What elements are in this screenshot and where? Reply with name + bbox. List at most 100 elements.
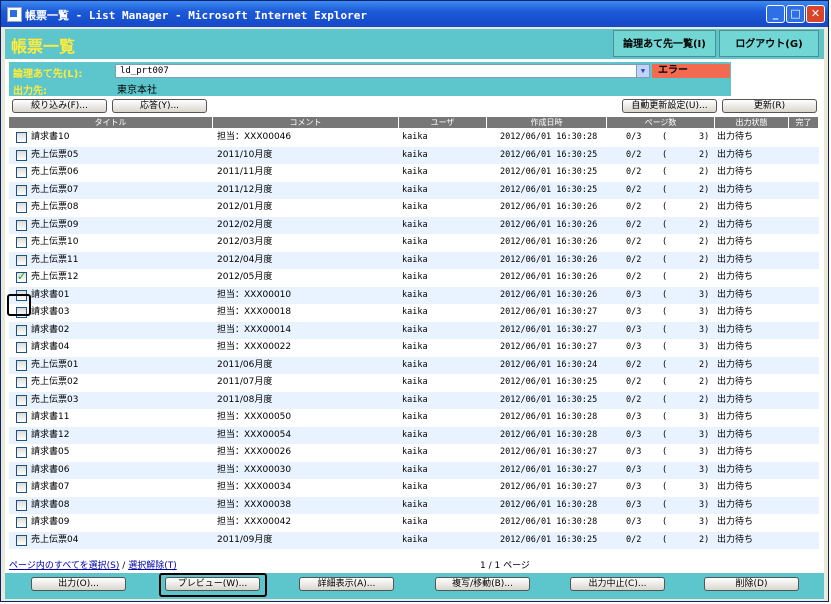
- table-row[interactable]: 売上伝票08 2012/01月度 kaika 2012/06/01 16:30:26 0…: [9, 199, 819, 217]
- row-title: 請求書08: [31, 499, 70, 510]
- logout-button[interactable]: ログアウト(G): [719, 30, 819, 57]
- col-pages-header[interactable]: ページ数: [607, 117, 715, 128]
- row-checkbox[interactable]: [16, 359, 27, 371]
- row-created: 2012/06/01 16:30:27: [500, 342, 598, 352]
- row-status: 出力待ち: [717, 377, 754, 387]
- action-bar: 出力(O)... プレビュー(W)... 詳細表示(A)... 複写/移動(B)…: [5, 573, 824, 599]
- maximize-button[interactable]: □: [786, 5, 805, 23]
- output-button[interactable]: 出力(O)...: [31, 577, 126, 591]
- chevron-down-icon[interactable]: ▼: [636, 65, 649, 77]
- row-created: 2012/06/01 16:30:26: [500, 237, 598, 247]
- select-all-link[interactable]: ページ内のすべてを選択(S): [9, 561, 119, 571]
- row-pages: 0/3: [626, 412, 642, 422]
- table-row[interactable]: 売上伝票10 2012/03月度 kaika 2012/06/01 16:30:26 0…: [9, 234, 819, 252]
- row-checkbox[interactable]: [16, 464, 27, 476]
- row-checkbox[interactable]: [16, 412, 27, 423]
- row-checkbox[interactable]: [16, 254, 27, 266]
- row-checkbox[interactable]: [16, 237, 27, 248]
- row-status: 出力待ち: [717, 429, 754, 440]
- row-pages: 0/2: [626, 359, 642, 370]
- row-checkbox[interactable]: [16, 447, 27, 458]
- table-row[interactable]: 請求書12 担当：XXX00054 kaika 2012/06/01 16:30:28…: [9, 426, 819, 444]
- row-pages: 0/2: [626, 534, 642, 545]
- row-user: kaika: [402, 534, 428, 545]
- table-row[interactable]: 請求書01 担当：XXX00010 kaika 2012/06/01 16:30:26…: [9, 286, 819, 304]
- ie-app-icon: [7, 7, 22, 22]
- filter-button[interactable]: 絞り込み(F)...: [12, 99, 107, 113]
- row-pages: 0/2: [626, 272, 642, 282]
- row-pages: 0/3: [626, 324, 642, 335]
- table-row[interactable]: 売上伝票12 2012/05月度 kaika 2012/06/01 16:30:26 0…: [9, 269, 819, 287]
- row-copies: 2): [699, 534, 710, 545]
- table-row[interactable]: 売上伝票02 2011/07月度 kaika 2012/06/01 16:30:25 0…: [9, 374, 819, 392]
- row-created: 2012/06/01 16:30:25: [500, 184, 598, 195]
- auto-refresh-settings-button[interactable]: 自動更新設定(U)...: [622, 99, 717, 113]
- col-status-header[interactable]: 出力状態: [715, 117, 789, 128]
- row-checkbox[interactable]: [16, 517, 27, 528]
- row-checkbox[interactable]: [16, 149, 27, 161]
- row-checkbox[interactable]: [16, 184, 27, 196]
- row-checkbox[interactable]: [16, 377, 27, 388]
- refresh-button[interactable]: 更新(R): [722, 99, 817, 113]
- copy-move-button[interactable]: 複写/移動(B)...: [435, 577, 530, 591]
- row-user: kaika: [402, 377, 428, 387]
- table-row[interactable]: 請求書09 担当：XXX00042 kaika 2012/06/01 16:30:28…: [9, 514, 819, 532]
- table-row[interactable]: 請求書07 担当：XXX00034 kaika 2012/06/01 16:30:27…: [9, 479, 819, 497]
- reply-button[interactable]: 応答(Y)...: [112, 99, 207, 113]
- col-comment-header[interactable]: コメント: [213, 117, 399, 128]
- table-row[interactable]: 売上伝票06 2011/11月度 kaika 2012/06/01 16:30:25 0…: [9, 164, 819, 182]
- col-created-header[interactable]: 作成日時: [487, 117, 607, 128]
- close-window-button[interactable]: ✕: [806, 5, 825, 23]
- delete-button[interactable]: 削除(D): [704, 577, 799, 591]
- col-user-header[interactable]: ユーザ: [399, 117, 487, 128]
- table-row[interactable]: 請求書10 担当：XXX00046 kaika 2012/06/01 16:30:28…: [9, 129, 819, 147]
- table-row[interactable]: 請求書05 担当：XXX00026 kaika 2012/06/01 16:30:27…: [9, 444, 819, 462]
- table-row[interactable]: 売上伝票11 2012/04月度 kaika 2012/06/01 16:30:26 0…: [9, 251, 819, 269]
- table-row[interactable]: 売上伝票07 2011/12月度 kaika 2012/06/01 16:30:25 0…: [9, 181, 819, 199]
- row-checkbox[interactable]: [16, 132, 27, 143]
- row-created: 2012/06/01 16:30:28: [500, 132, 598, 142]
- row-paren: (: [662, 534, 668, 545]
- deselect-link[interactable]: 選択解除(T): [128, 561, 177, 571]
- row-status: 出力待ち: [717, 464, 754, 475]
- table-row[interactable]: 請求書11 担当：XXX00050 kaika 2012/06/01 16:30:28…: [9, 409, 819, 427]
- table-row[interactable]: 売上伝票04 2011/09月度 kaika 2012/06/01 16:30:25 0…: [9, 531, 819, 549]
- table-row[interactable]: 請求書06 担当：XXX00030 kaika 2012/06/01 16:30:27…: [9, 461, 819, 479]
- row-checkbox[interactable]: [16, 482, 27, 493]
- table-row[interactable]: 請求書08 担当：XXX00038 kaika 2012/06/01 16:30:28…: [9, 496, 819, 514]
- table-row[interactable]: 請求書03 担当：XXX00018 kaika 2012/06/01 16:30:27…: [9, 304, 819, 322]
- col-done-header[interactable]: 完了: [789, 117, 819, 128]
- table-row[interactable]: 売上伝票09 2012/02月度 kaika 2012/06/01 16:30:26 0…: [9, 216, 819, 234]
- row-comment: 2012/02月度: [217, 219, 273, 230]
- row-checkbox[interactable]: [16, 219, 27, 231]
- logical-dest-select[interactable]: ld_prt007 ▼: [115, 64, 650, 78]
- row-paren: (: [662, 359, 668, 370]
- table-row[interactable]: 売上伝票01 2011/06月度 kaika 2012/06/01 16:30:24 0…: [9, 356, 819, 374]
- cancel-output-button[interactable]: 出力中止(C)...: [570, 577, 665, 591]
- row-checkbox[interactable]: [16, 499, 27, 511]
- col-title-header[interactable]: タイトル: [9, 117, 213, 128]
- row-checkbox[interactable]: [16, 167, 27, 178]
- row-checkbox[interactable]: [16, 324, 27, 336]
- minimize-button[interactable]: _: [766, 5, 785, 23]
- row-paren: (: [662, 377, 668, 387]
- window-title: 帳票一覧 - List Manager - Microsoft Internet…: [25, 9, 368, 22]
- row-title: 売上伝票08: [31, 202, 79, 212]
- table-row[interactable]: 売上伝票05 2011/10月度 kaika 2012/06/01 16:30:25 0…: [9, 146, 819, 164]
- row-checkbox[interactable]: [16, 429, 27, 441]
- row-user: kaika: [402, 499, 428, 510]
- table-row[interactable]: 請求書02 担当：XXX00014 kaika 2012/06/01 16:30:27…: [9, 321, 819, 339]
- row-copies: 2): [699, 202, 710, 212]
- row-checkbox[interactable]: [16, 534, 27, 546]
- table-row[interactable]: 請求書04 担当：XXX00022 kaika 2012/06/01 16:30:27…: [9, 339, 819, 357]
- row-checkbox[interactable]: [16, 270, 27, 283]
- row-created: 2012/06/01 16:30:27: [500, 447, 598, 457]
- details-button[interactable]: 詳細表示(A)...: [299, 577, 394, 591]
- row-checkbox[interactable]: [16, 342, 27, 353]
- row-paren: (: [662, 202, 668, 212]
- row-checkbox[interactable]: [16, 202, 27, 213]
- logical-dest-list-button[interactable]: 論理あて先一覧(I): [613, 30, 716, 57]
- table-row[interactable]: 売上伝票03 2011/08月度 kaika 2012/06/01 16:30:25 0…: [9, 391, 819, 409]
- row-checkbox[interactable]: [16, 394, 27, 406]
- row-status: 出力待ち: [717, 482, 754, 492]
